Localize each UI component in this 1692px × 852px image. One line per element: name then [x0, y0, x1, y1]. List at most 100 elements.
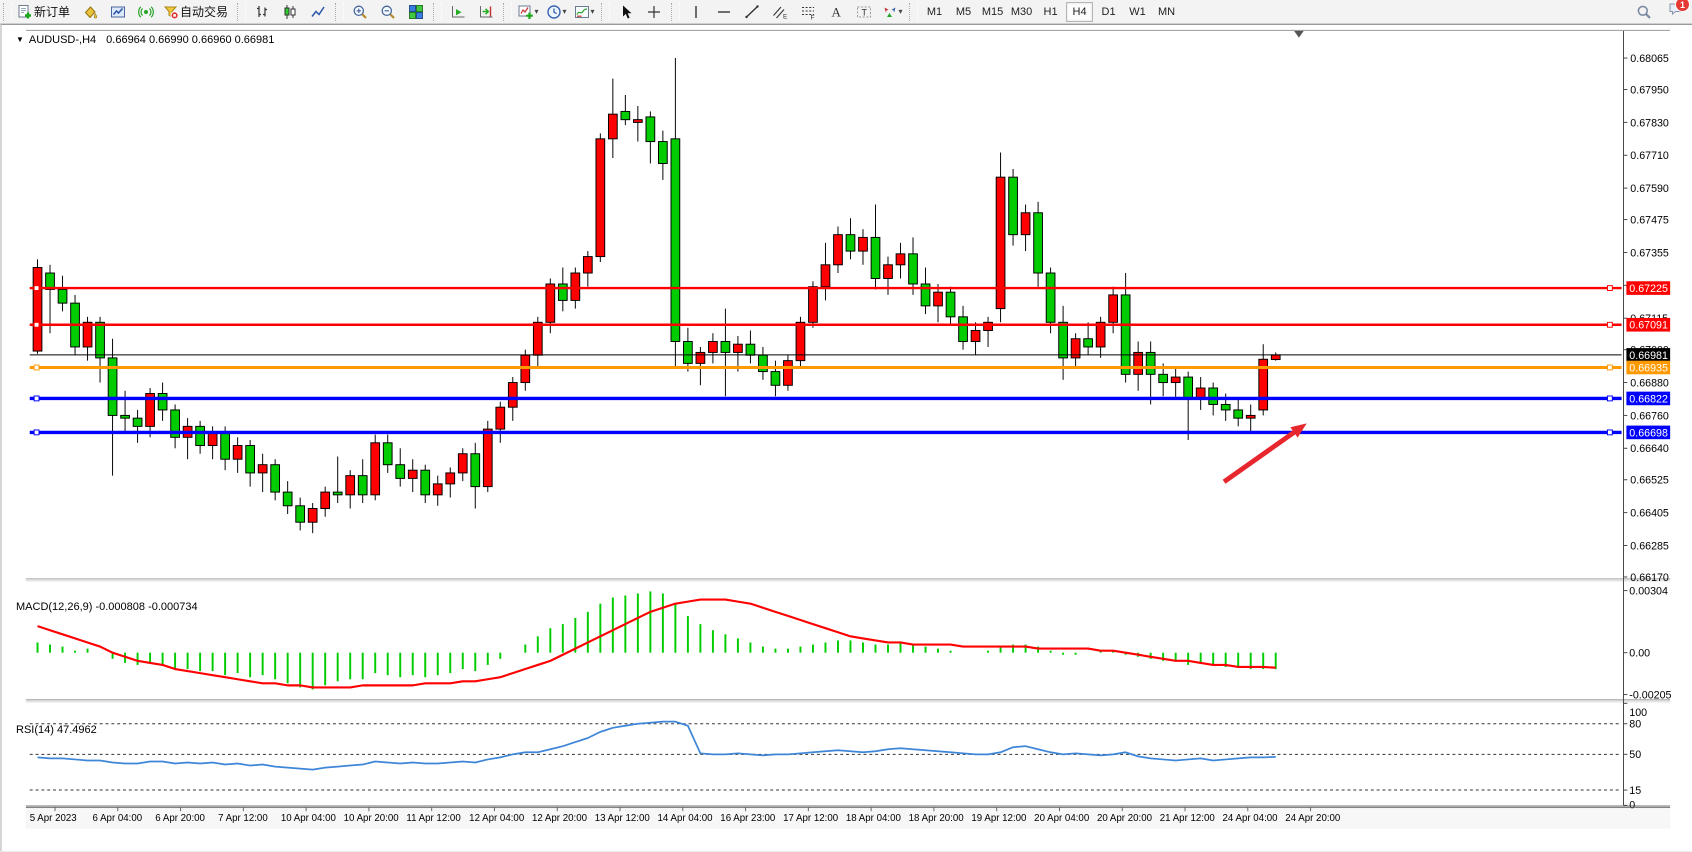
label-icon: T	[856, 4, 872, 20]
chart-window[interactable]: 0.680650.679500.678300.677100.675900.674…	[0, 24, 1692, 851]
time-axis[interactable]: 5 Apr 20236 Apr 04:006 Apr 20:007 Apr 12…	[26, 807, 1670, 828]
timeframe-button-m15[interactable]: M15	[979, 2, 1006, 22]
bull-candle	[571, 273, 580, 300]
time-tick-label: 13 Apr 12:00	[595, 813, 651, 824]
price-tick-label: 0.67950	[1630, 84, 1669, 96]
line-handle[interactable]	[1607, 396, 1612, 401]
line-handle[interactable]	[34, 286, 39, 291]
vertical-line-button[interactable]	[682, 1, 710, 23]
market-watch-button[interactable]	[104, 1, 132, 23]
chart-canvas[interactable]: 0.680650.679500.678300.677100.675900.674…	[2, 25, 1692, 852]
line-chart-button[interactable]	[304, 1, 332, 23]
zoom-in-button[interactable]	[346, 1, 374, 23]
svg-text:T: T	[862, 7, 868, 17]
timeframe-button-h4[interactable]: H4	[1066, 2, 1093, 22]
horizontal-line-button[interactable]	[710, 1, 738, 23]
rsi-tick-label: 100	[1629, 707, 1647, 719]
price-tick-label: 0.66640	[1630, 443, 1669, 455]
line-handle[interactable]	[1607, 430, 1612, 435]
price-line-label: 0.66935	[1629, 362, 1668, 374]
tile-windows-icon	[408, 4, 424, 20]
bear-candle	[283, 492, 292, 506]
price-tick-label: 0.67355	[1630, 247, 1669, 259]
price-line-label: 0.66698	[1629, 427, 1668, 439]
price-line-label: 0.66822	[1629, 393, 1668, 405]
price-tick-label: 0.66405	[1630, 508, 1669, 520]
crosshair-button[interactable]	[640, 1, 668, 23]
fibonacci-button[interactable]: F	[794, 1, 822, 23]
styler-button[interactable]	[76, 1, 104, 23]
line-handle[interactable]	[34, 322, 39, 327]
line-handle[interactable]	[1607, 365, 1612, 370]
bear-candle	[621, 111, 630, 119]
auto-trading-button[interactable]: 自动交易	[160, 1, 234, 23]
line-handle[interactable]	[1607, 286, 1612, 291]
search-button[interactable]	[1630, 1, 1658, 23]
bull-candle	[321, 492, 330, 508]
zoom-out-button[interactable]	[374, 1, 402, 23]
arrows-button[interactable]: ▾	[878, 1, 906, 23]
timeframe-button-m5[interactable]: M5	[950, 2, 977, 22]
auto-trading-icon	[163, 4, 179, 20]
line-handle[interactable]	[1607, 322, 1612, 327]
indicators-button[interactable]: ▾	[514, 1, 542, 23]
bear-candle	[1046, 273, 1055, 322]
svg-text:F: F	[811, 14, 815, 20]
periods-button[interactable]: ▾	[542, 1, 570, 23]
timeframe-button-mn[interactable]: MN	[1153, 2, 1180, 22]
bear-candle	[721, 341, 730, 352]
rsi-tick-label: 80	[1629, 719, 1641, 731]
line-handle[interactable]	[34, 430, 39, 435]
candle-chart-icon	[282, 4, 298, 20]
bear-candle	[471, 454, 480, 487]
bull-candle	[546, 284, 555, 322]
timeframe-button-m1[interactable]: M1	[921, 2, 948, 22]
trendline-button[interactable]	[738, 1, 766, 23]
timeframe-button-w1[interactable]: W1	[1124, 2, 1151, 22]
new-order-button[interactable]: 新订单	[14, 1, 76, 23]
chat-button[interactable]: 1	[1668, 1, 1684, 22]
auto-scroll-button[interactable]	[444, 1, 472, 23]
price-tick-label: 0.66285	[1630, 540, 1669, 552]
bull-candle	[1271, 355, 1280, 360]
cursor-button[interactable]	[612, 1, 640, 23]
chart-profile-icon	[110, 4, 126, 20]
candlestick-chart-button[interactable]	[276, 1, 304, 23]
text-label-button[interactable]: T	[850, 1, 878, 23]
tile-windows-button[interactable]	[402, 1, 430, 23]
templates-button[interactable]: ▾	[570, 1, 598, 23]
bear-candle	[1209, 388, 1218, 404]
bear-candle	[558, 284, 567, 300]
bull-candle	[496, 407, 505, 429]
timeframe-button-h1[interactable]: H1	[1037, 2, 1064, 22]
text-button[interactable]: A	[822, 1, 850, 23]
bull-candle	[834, 235, 843, 265]
price-tick-label: 0.66525	[1630, 475, 1669, 487]
bear-candle	[271, 465, 280, 492]
line-handle[interactable]	[34, 365, 39, 370]
new-order-icon	[17, 4, 33, 20]
time-tick-label: 12 Apr 04:00	[469, 813, 525, 824]
signal-icon	[138, 4, 154, 20]
bull-candle	[508, 383, 517, 408]
hline-icon	[716, 4, 732, 20]
chart-shift-button[interactable]	[472, 1, 500, 23]
time-tick-label: 14 Apr 04:00	[658, 813, 714, 824]
bar-chart-button[interactable]	[248, 1, 276, 23]
timeframe-button-m30[interactable]: M30	[1008, 2, 1035, 22]
equidistant-channel-button[interactable]: E	[766, 1, 794, 23]
toolbar-grip	[601, 3, 610, 21]
price-tick-label: 0.67710	[1630, 150, 1669, 162]
timeframe-button-d1[interactable]: D1	[1095, 2, 1122, 22]
line-handle[interactable]	[34, 396, 39, 401]
time-tick-label: 21 Apr 12:00	[1160, 813, 1216, 824]
signals-button[interactable]	[132, 1, 160, 23]
template-icon	[574, 4, 590, 20]
time-tick-label: 18 Apr 20:00	[909, 813, 965, 824]
toolbar-grip	[909, 3, 918, 21]
bear-candle	[646, 117, 655, 142]
time-tick-label: 18 Apr 04:00	[846, 813, 902, 824]
time-tick-label: 12 Apr 20:00	[532, 813, 588, 824]
bear-candle	[1159, 374, 1168, 382]
bull-candle	[984, 322, 993, 330]
